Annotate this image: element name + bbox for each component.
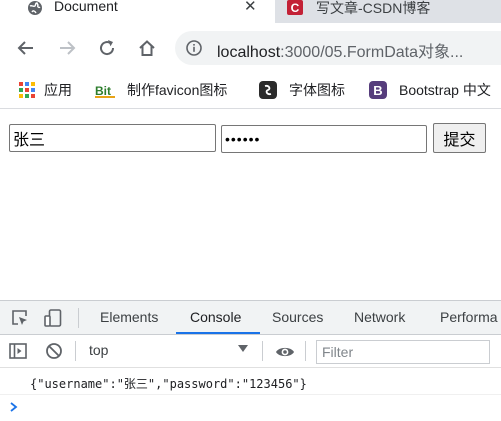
device-toolbar-icon[interactable] — [44, 309, 62, 327]
url-host: localhost — [217, 44, 281, 61]
bookmark-label: Bootstrap 中文 — [399, 82, 491, 98]
info-icon[interactable] — [186, 40, 202, 56]
bookmark-label: 制作favicon图标 — [127, 82, 228, 98]
apps-grid-icon — [19, 82, 35, 98]
forward-arrow-icon — [60, 41, 76, 55]
inspect-element-icon[interactable] — [11, 309, 29, 327]
url-text: localhost:3000/05.FormData对象... — [217, 38, 463, 62]
toolbar-divider — [262, 341, 263, 361]
bootstrap-icon: B — [369, 81, 387, 99]
bookmark-bootstrap[interactable]: B Bootstrap 中文 — [369, 80, 491, 100]
csdn-icon: C — [287, 0, 303, 15]
reload-icon — [100, 40, 115, 56]
tab-title: 写文章-CSDN博客 — [316, 0, 431, 16]
svg-text:Bit: Bit — [95, 84, 111, 98]
svg-text:C: C — [291, 1, 300, 15]
execution-context-select[interactable]: top — [80, 339, 256, 363]
clear-console-icon[interactable] — [45, 342, 63, 360]
bookmark-iconfont[interactable]: 字体图标 — [259, 80, 345, 100]
home-icon — [139, 40, 155, 56]
show-sidebar-icon[interactable] — [9, 342, 27, 360]
bookmark-label: 字体图标 — [289, 82, 345, 98]
console-prompt-chevron-icon[interactable] — [8, 401, 20, 413]
password-input[interactable] — [221, 125, 427, 153]
globe-icon — [28, 1, 42, 15]
reload-button[interactable] — [95, 36, 119, 60]
devtools-tab-elements[interactable]: Elements — [100, 309, 158, 325]
tab-document[interactable]: Document ✕ — [0, 0, 275, 23]
forward-button[interactable] — [55, 36, 79, 60]
svg-text:B: B — [373, 83, 382, 98]
tab-csdn[interactable]: C 写文章-CSDN博客 — [278, 0, 501, 23]
devtools-tab-sources[interactable]: Sources — [272, 309, 323, 325]
dropdown-arrow-icon — [238, 345, 248, 352]
devtools-tab-network[interactable]: Network — [354, 309, 405, 325]
devtools-tab-console[interactable]: Console — [190, 309, 241, 325]
bookmark-apps[interactable]: 应用 — [19, 80, 72, 100]
iconfont-icon — [259, 81, 277, 99]
username-input[interactable] — [9, 124, 216, 152]
console-message-text: {"username":"张三","password":"123456"} — [30, 377, 307, 391]
devtools-panel: Elements Console Sources Network Perform… — [0, 300, 501, 421]
console-filter-input[interactable] — [316, 340, 490, 364]
url-path: :3000/05.FormData对象... — [280, 44, 464, 61]
bookmark-label: 应用 — [44, 82, 72, 98]
toolbar-divider — [305, 341, 306, 361]
back-button[interactable] — [14, 36, 38, 60]
tab-title: Document — [54, 0, 118, 14]
address-bar[interactable]: localhost:3000/05.FormData对象... — [175, 31, 501, 65]
live-expression-eye-icon[interactable] — [275, 343, 295, 361]
page-viewport: 提交 — [0, 110, 501, 300]
back-arrow-icon — [17, 41, 33, 55]
console-toolbar: top — [0, 335, 501, 368]
browser-toolbar: localhost:3000/05.FormData对象... — [0, 23, 501, 73]
browser-tab-strip: Document ✕ C 写文章-CSDN博客 — [0, 0, 501, 23]
bookmarks-bar: 应用 Bit 制作favicon图标 字体图标 B Bootstrap 中文 — [0, 73, 501, 109]
bookmark-favicon-maker[interactable]: Bit 制作favicon图标 — [95, 80, 227, 100]
toolbar-divider — [75, 341, 76, 361]
toolbar-divider — [78, 308, 79, 328]
context-label: top — [89, 342, 109, 358]
bitbug-icon: Bit — [95, 84, 115, 98]
active-tab-indicator — [176, 332, 260, 334]
submit-button[interactable]: 提交 — [433, 123, 486, 153]
devtools-tab-bar: Elements Console Sources Network Perform… — [0, 301, 501, 335]
console-message: {"username":"张三","password":"123456"} — [0, 369, 501, 395]
close-tab-icon[interactable]: ✕ — [244, 0, 257, 15]
devtools-tab-performance[interactable]: Performa — [440, 309, 498, 325]
home-button[interactable] — [135, 36, 159, 60]
